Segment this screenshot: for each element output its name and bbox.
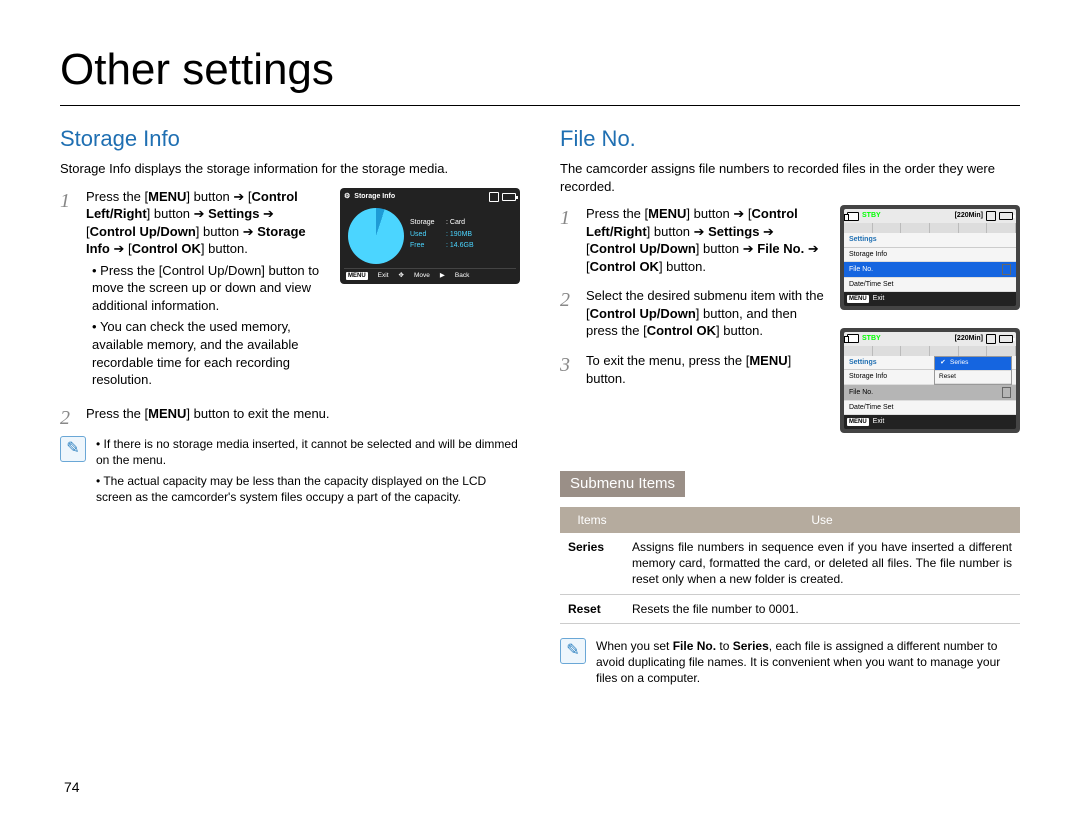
card-icon bbox=[986, 334, 996, 344]
note-item: The actual capacity may be less than the… bbox=[96, 473, 520, 505]
col-use: Use bbox=[624, 507, 1020, 533]
storage-info-section: Storage Info Storage Info displays the s… bbox=[60, 124, 520, 686]
note-icon: ✎ bbox=[560, 638, 586, 664]
note-item: If there is no storage media inserted, i… bbox=[96, 436, 520, 468]
camera-icon bbox=[847, 212, 859, 221]
storage-info-intro: Storage Info displays the storage inform… bbox=[60, 160, 520, 178]
back-icon: ▶ bbox=[440, 272, 445, 281]
step-1-text: Press the [MENU] button ➔ [Control Left/… bbox=[86, 188, 326, 393]
menu-tag-icon: MENU bbox=[847, 418, 869, 426]
step-2-text: Press the [MENU] button to exit the menu… bbox=[60, 405, 520, 423]
battery-icon bbox=[502, 193, 516, 201]
check-icon: ✔ bbox=[939, 359, 947, 367]
step1-bullet: Press the [Control Up/Down] button to mo… bbox=[92, 262, 326, 315]
table-row: Series Assigns file numbers in sequence … bbox=[560, 533, 1020, 594]
lcd-file-no-menu: STBY [220Min] Settings Storage Info File… bbox=[840, 205, 1020, 310]
step1-bullet: You can check the used memory, available… bbox=[92, 318, 326, 388]
col-items: Items bbox=[560, 507, 624, 533]
table-row: Reset Resets the file number to 0001. bbox=[560, 594, 1020, 623]
menu-tag-icon: MENU bbox=[847, 295, 869, 303]
lcd-storage-info: ⚙ Storage Info Storage: Card Used: bbox=[340, 188, 520, 285]
move-icon: ✥ bbox=[399, 272, 404, 281]
step-2: Select the desired submenu item with the… bbox=[560, 287, 826, 340]
page-number: 74 bbox=[64, 778, 80, 797]
menu-tag-icon: MENU bbox=[346, 272, 368, 280]
submenu-table: Items Use Series Assigns file numbers in… bbox=[560, 507, 1020, 624]
battery-icon bbox=[999, 212, 1013, 220]
step-1: Press the [MENU] button ➔ [Control Left/… bbox=[560, 205, 826, 275]
note-icon: ✎ bbox=[60, 436, 86, 462]
camera-icon bbox=[847, 334, 859, 343]
file-icon bbox=[1002, 264, 1011, 275]
storage-info-heading: Storage Info bbox=[60, 124, 520, 154]
file-no-heading: File No. bbox=[560, 124, 1020, 154]
lcd-file-no-submenu: STBY [220Min] Settings Storage Info File… bbox=[840, 328, 1020, 433]
pie-chart-icon bbox=[348, 208, 404, 264]
page-title: Other settings bbox=[60, 40, 1020, 106]
card-icon bbox=[986, 211, 996, 221]
file-no-intro: The camcorder assigns file numbers to re… bbox=[560, 160, 1020, 195]
file-no-section: File No. The camcorder assigns file numb… bbox=[560, 124, 1020, 686]
battery-icon bbox=[999, 335, 1013, 343]
file-icon bbox=[1002, 387, 1011, 398]
gear-icon: ⚙ bbox=[344, 192, 350, 201]
step-3: To exit the menu, press the [MENU] butto… bbox=[560, 352, 826, 387]
card-icon bbox=[489, 192, 499, 202]
file-no-note: When you set File No. to Series, each fi… bbox=[596, 638, 1020, 687]
submenu-items-heading: Submenu Items bbox=[560, 471, 685, 497]
